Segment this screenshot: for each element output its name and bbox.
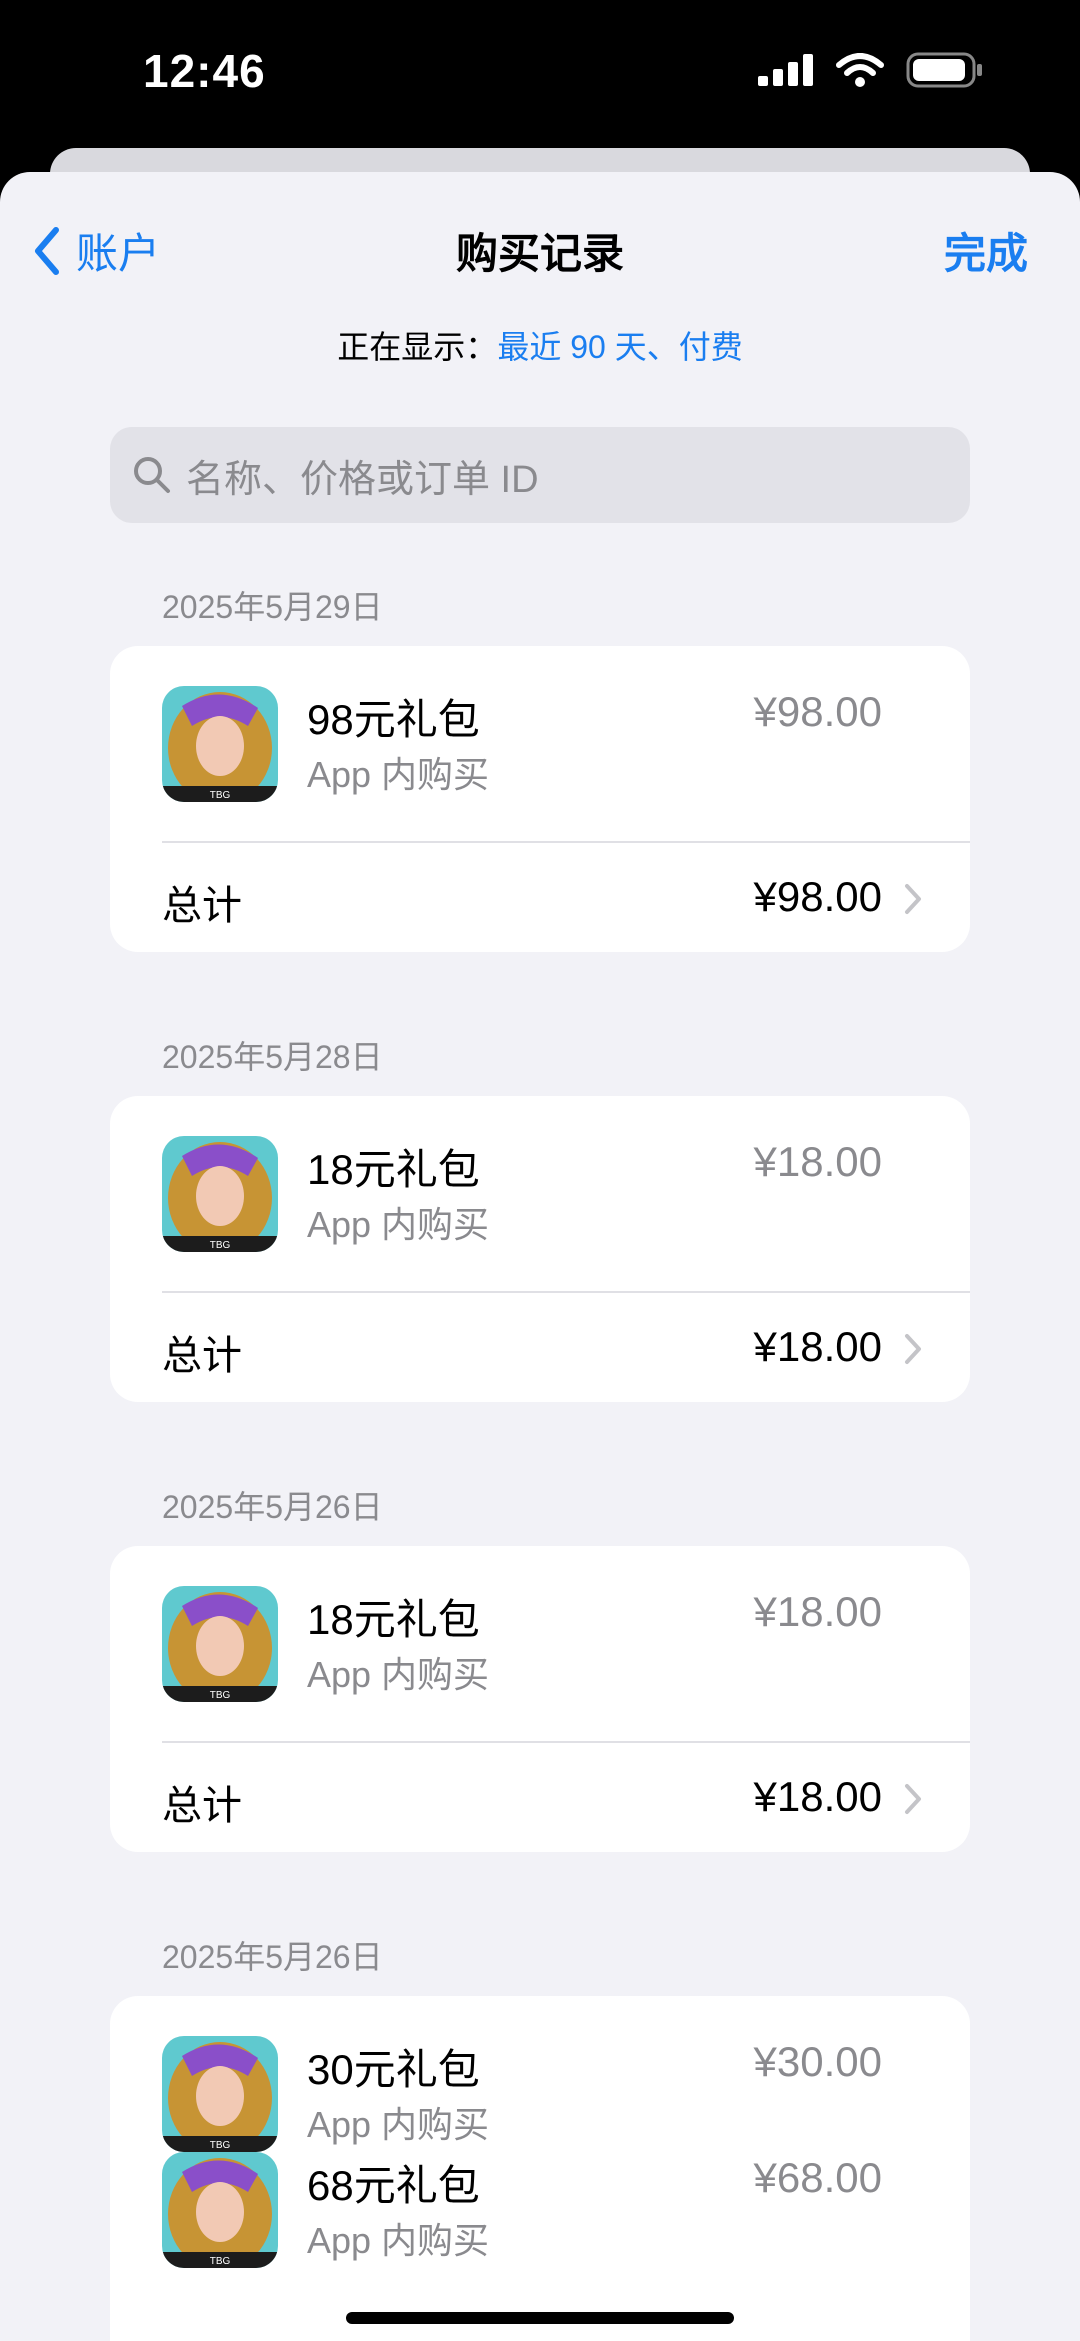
cellular-signal-icon (758, 54, 813, 86)
item-price: ¥18.00 (753, 1138, 882, 1185)
game-app-icon: TBG (162, 1586, 278, 1702)
item-name: 68元礼包 (307, 2162, 480, 2209)
home-indicator (346, 2312, 734, 2324)
purchase-item[interactable]: TBG 30元礼包 App 内购买 ¥30.00 (110, 1996, 970, 2152)
item-price: ¥98.00 (753, 688, 882, 735)
page-title: 购买记录 (455, 230, 624, 277)
item-type: App 内购买 (307, 754, 490, 795)
svg-text:TBG: TBG (210, 790, 231, 801)
total-label: 总计 (162, 1784, 242, 1828)
total-row[interactable]: 总计 ¥18.00 (110, 1743, 970, 1852)
purchase-card: TBG 30元礼包 App 内购买 ¥30.00 TBG 68元礼包 App 内… (110, 1996, 970, 2341)
total-label: 总计 (162, 1334, 242, 1378)
purchase-item[interactable]: TBG 18元礼包 App 内购买 ¥18.00 (110, 1546, 970, 1702)
item-name: 18元礼包 (307, 1146, 480, 1193)
total-label: 总计 (162, 884, 242, 928)
purchase-item[interactable]: TBG 68元礼包 App 内购买 ¥68.00 (110, 2152, 970, 2308)
svg-text:TBG: TBG (210, 1240, 231, 1251)
total-row[interactable]: 总计 ¥98.00 (110, 843, 970, 952)
purchase-item[interactable]: TBG 98元礼包 App 内购买 ¥98.00 (110, 646, 970, 802)
filter-summary: 正在显示：最近 90 天、付费 (0, 322, 1080, 368)
game-app-icon: TBG (162, 686, 278, 802)
chevron-right-icon (905, 884, 921, 914)
purchase-card: TBG 98元礼包 App 内购买 ¥98.00 总计 ¥98.00 (110, 646, 970, 952)
purchase-item[interactable]: TBG 18元礼包 App 内购买 ¥18.00 (110, 1096, 970, 1252)
date-header: 2025年5月26日 (162, 1489, 383, 1525)
search-field[interactable]: 名称、价格或订单 ID (110, 427, 970, 523)
item-type: App 内购买 (307, 1654, 490, 1695)
total-price: ¥18.00 (753, 1773, 882, 1820)
svg-text:TBG: TBG (210, 2256, 231, 2267)
filter-prefix: 正在显示： (337, 329, 498, 365)
purchase-card: TBG 18元礼包 App 内购买 ¥18.00 总计 ¥18.00 (110, 1546, 970, 1852)
item-name: 18元礼包 (307, 1596, 480, 1643)
total-price: ¥18.00 (753, 1323, 882, 1370)
item-type: App 内购买 (307, 2104, 490, 2145)
date-header: 2025年5月29日 (162, 589, 383, 625)
status-time: 12:46 (143, 45, 266, 97)
game-app-icon: TBG (162, 2036, 278, 2152)
item-name: 98元礼包 (307, 696, 480, 743)
filter-value-link[interactable]: 最近 90 天、付费 (497, 329, 742, 365)
svg-text:TBG: TBG (210, 2140, 231, 2151)
item-price: ¥18.00 (753, 1588, 882, 1635)
item-type: App 内购买 (307, 2220, 490, 2261)
item-name: 30元礼包 (307, 2046, 480, 2093)
status-icons (758, 52, 984, 88)
date-header: 2025年5月26日 (162, 1939, 383, 1975)
chevron-right-icon (905, 1784, 921, 1814)
search-placeholder: 名称、价格或订单 ID (186, 458, 539, 501)
date-header: 2025年5月28日 (162, 1039, 383, 1075)
wifi-icon (836, 53, 884, 87)
battery-icon (906, 52, 982, 88)
svg-text:TBG: TBG (210, 1690, 231, 1701)
item-price: ¥30.00 (753, 2038, 882, 2085)
search-icon (134, 457, 170, 493)
item-type: App 内购买 (307, 1204, 490, 1245)
item-price: ¥68.00 (753, 2154, 882, 2201)
game-app-icon: TBG (162, 1136, 278, 1252)
total-price: ¥98.00 (753, 873, 882, 920)
game-app-icon: TBG (162, 2152, 278, 2268)
purchase-card: TBG 18元礼包 App 内购买 ¥18.00 总计 ¥18.00 (110, 1096, 970, 1402)
done-button[interactable]: 完成 (944, 220, 1028, 281)
chevron-right-icon (905, 1334, 921, 1364)
total-row[interactable]: 总计 ¥18.00 (110, 1293, 970, 1402)
purchase-history-sheet: 账户 购买记录 完成 正在显示：最近 90 天、付费 名称、价格或订单 ID 2… (0, 172, 1080, 2341)
